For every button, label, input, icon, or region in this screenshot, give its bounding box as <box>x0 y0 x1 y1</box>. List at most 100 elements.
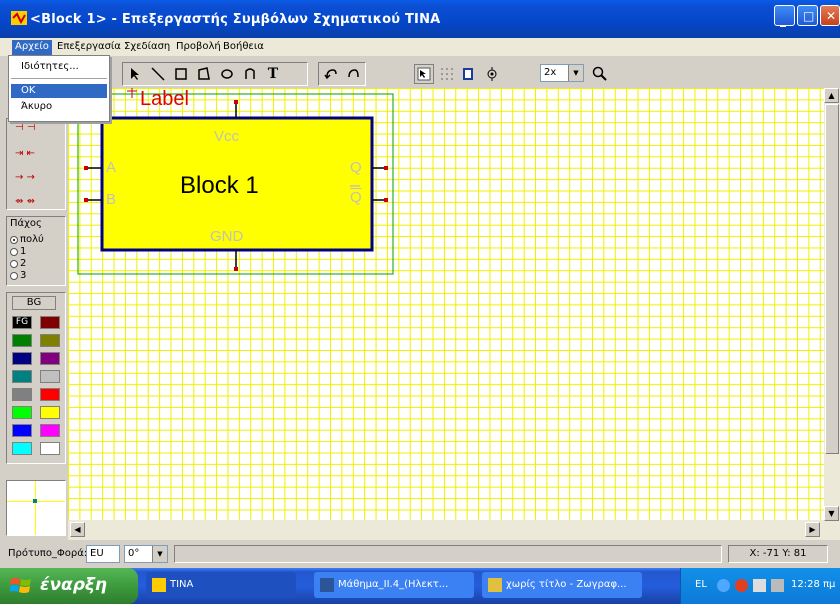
color-swatch[interactable] <box>12 352 32 365</box>
pin-q-marker[interactable] <box>384 166 388 170</box>
scroll-up-icon[interactable]: ▲ <box>824 88 839 103</box>
angle-select[interactable]: 0° ▼ <box>124 545 168 563</box>
line-tool-icon[interactable] <box>148 64 168 84</box>
taskbar-item-paint[interactable]: χωρίς τίτλο - Ζωγραφ... <box>482 572 642 598</box>
title-bar[interactable]: <Block 1> - Επεξεργαστής Συμβόλων Σχηματ… <box>0 0 840 38</box>
radio-icon[interactable] <box>10 271 18 280</box>
pin-a-marker[interactable] <box>84 166 88 170</box>
ellipse-tool-icon[interactable] <box>217 64 237 84</box>
pin-type-3-icon[interactable]: → → <box>15 172 35 184</box>
menu-separator <box>11 78 107 79</box>
thickness-option-thick[interactable]: πολύ <box>10 234 44 245</box>
pin-b-marker[interactable] <box>84 198 88 202</box>
taskbar-item-tina[interactable]: TINA <box>146 572 296 598</box>
tina-app-icon <box>11 11 27 25</box>
file-menu-dropdown: Ιδιότητες... OK Άκυρο <box>8 55 110 122</box>
menu-item-ok[interactable]: OK <box>11 84 107 98</box>
vertical-scrollbar[interactable]: ▲ ▼ <box>824 88 840 540</box>
scroll-left-icon[interactable]: ◀ <box>70 522 85 537</box>
zoom-select[interactable]: 2x ▼ <box>540 64 584 82</box>
grid-toggle-icon[interactable] <box>437 64 457 84</box>
word-document-icon <box>320 578 334 592</box>
windows-logo-icon <box>10 578 31 593</box>
pointer-tool-icon[interactable] <box>125 64 145 84</box>
select-grid-icon[interactable] <box>414 64 434 84</box>
menu-draw[interactable]: Σχεδίαση <box>121 40 173 55</box>
menu-edit[interactable]: Επεξεργασία <box>54 40 124 55</box>
thickness-option-3[interactable]: 3 <box>10 270 26 281</box>
drawing-canvas[interactable]: Label Vcc GND A B Q Q Block 1 <box>68 88 824 520</box>
text-tool-icon[interactable]: T <box>263 64 283 84</box>
radio-icon[interactable] <box>10 235 18 244</box>
printer-icon[interactable] <box>753 579 766 592</box>
scroll-right-icon[interactable]: ▶ <box>805 522 820 537</box>
pin-qbar-label: Q <box>350 189 362 206</box>
pin-type-1-icon[interactable]: ⊣ ⊣ <box>15 122 36 134</box>
redo-icon[interactable] <box>343 64 363 84</box>
close-button[interactable]: ✕ <box>820 5 840 26</box>
color-swatch[interactable] <box>12 424 32 437</box>
menu-help[interactable]: Βοήθεια <box>220 40 267 55</box>
network-icon[interactable] <box>717 579 730 592</box>
color-swatch[interactable] <box>40 442 60 455</box>
arc-tool-icon[interactable] <box>240 64 260 84</box>
block-name[interactable]: Block 1 <box>180 172 259 200</box>
color-swatch[interactable] <box>12 406 32 419</box>
template-value-field[interactable]: EU <box>86 545 120 563</box>
paint-icon <box>488 578 502 592</box>
polygon-tool-icon[interactable] <box>194 64 214 84</box>
pin-qbar-marker[interactable] <box>384 198 388 202</box>
taskbar-item-lesson[interactable]: Μάθημα_II.4_(Ηλεκτ... <box>314 572 474 598</box>
thickness-option-2[interactable]: 2 <box>10 258 26 269</box>
template-label: Πρότυπο_Φορά: <box>8 548 88 559</box>
color-swatch[interactable] <box>40 388 60 401</box>
color-swatch[interactable] <box>12 370 32 383</box>
thickness-title: Πάχος <box>10 218 42 229</box>
rectangle-tool-icon[interactable] <box>171 64 191 84</box>
maximize-button[interactable]: □ <box>797 5 818 26</box>
pin-gnd-label: GND <box>210 228 244 245</box>
volume-icon[interactable] <box>771 579 784 592</box>
undo-icon[interactable] <box>321 64 341 84</box>
horizontal-scrollbar[interactable]: ◀ ▶ <box>68 520 824 540</box>
label-text[interactable]: Label <box>140 88 189 110</box>
color-swatch[interactable] <box>40 334 60 347</box>
frame-icon[interactable] <box>458 64 478 84</box>
bg-color-button[interactable]: BG <box>12 296 56 310</box>
menu-item-properties[interactable]: Ιδιότητες... <box>11 60 107 74</box>
chevron-down-icon[interactable]: ▼ <box>568 65 583 81</box>
minimize-button[interactable]: _ <box>774 5 795 26</box>
pin-q-label: Q <box>350 159 362 176</box>
color-swatch[interactable] <box>12 334 32 347</box>
menu-view[interactable]: Προβολή <box>173 40 224 55</box>
pin-settings-icon[interactable] <box>482 64 502 84</box>
pin-gnd-marker[interactable] <box>234 267 238 271</box>
scroll-down-icon[interactable]: ▼ <box>824 506 839 521</box>
security-icon[interactable] <box>735 579 748 592</box>
start-button[interactable]: έναρξη <box>0 568 138 604</box>
preview-box <box>6 480 66 536</box>
color-swatch[interactable] <box>12 442 32 455</box>
pin-type-4-icon[interactable]: ⇴ ⇴ <box>15 196 35 208</box>
color-swatch[interactable] <box>40 316 60 329</box>
color-swatch[interactable] <box>40 424 60 437</box>
chevron-down-icon[interactable]: ▼ <box>152 546 167 562</box>
radio-icon[interactable] <box>10 247 18 256</box>
menu-item-cancel[interactable]: Άκυρο <box>11 100 107 114</box>
radio-icon[interactable] <box>10 259 18 268</box>
color-swatch[interactable] <box>12 388 32 401</box>
color-swatch[interactable] <box>40 352 60 365</box>
color-swatch[interactable] <box>40 370 60 383</box>
zoom-magnifier-icon[interactable] <box>590 64 610 84</box>
vertical-scroll-thumb[interactable] <box>825 104 839 454</box>
pin-vcc-marker[interactable] <box>234 100 238 104</box>
clock: 12:28 πμ <box>791 579 836 590</box>
menu-file[interactable]: Αρχείο <box>12 40 52 55</box>
language-indicator[interactable]: EL <box>695 579 707 590</box>
thickness-option-1[interactable]: 1 <box>10 246 26 257</box>
fg-color-swatch[interactable]: FG <box>12 316 32 329</box>
color-swatch[interactable] <box>40 406 60 419</box>
pin-type-2-icon[interactable]: ⇥ ⇤ <box>15 148 35 160</box>
window-title: <Block 1> - Επεξεργαστής Συμβόλων Σχηματ… <box>30 12 441 27</box>
tina-task-icon <box>152 578 166 592</box>
